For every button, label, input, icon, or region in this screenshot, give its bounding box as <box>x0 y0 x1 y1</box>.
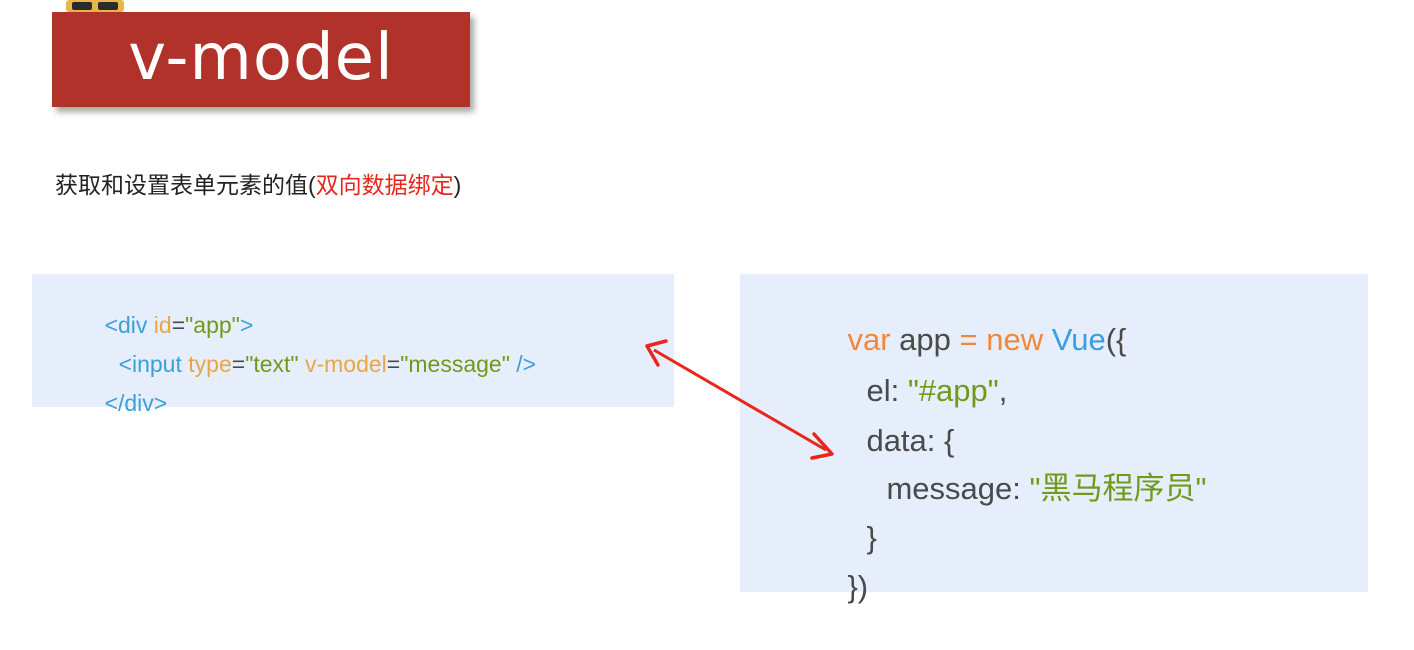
title-banner: v-model <box>52 12 470 107</box>
description-prefix: 获取和设置表单元素的值( <box>55 172 316 198</box>
js-line-4: message: "黑马程序员" <box>886 471 1207 507</box>
html-code-box: <div id="app"> <input type="text" v-mode… <box>32 274 674 415</box>
js-code-box: var app = new Vue({ el: "#app", data: { … <box>740 274 1368 602</box>
html-line-3: </div> <box>104 390 168 416</box>
mascot-image <box>66 0 124 12</box>
description-highlight: 双向数据绑定 <box>315 172 454 198</box>
page-title: v-model <box>128 20 394 95</box>
js-line-6: }) <box>847 569 869 604</box>
description-suffix: ) <box>453 172 462 198</box>
description-text: 获取和设置表单元素的值(双向数据绑定) <box>55 166 461 200</box>
